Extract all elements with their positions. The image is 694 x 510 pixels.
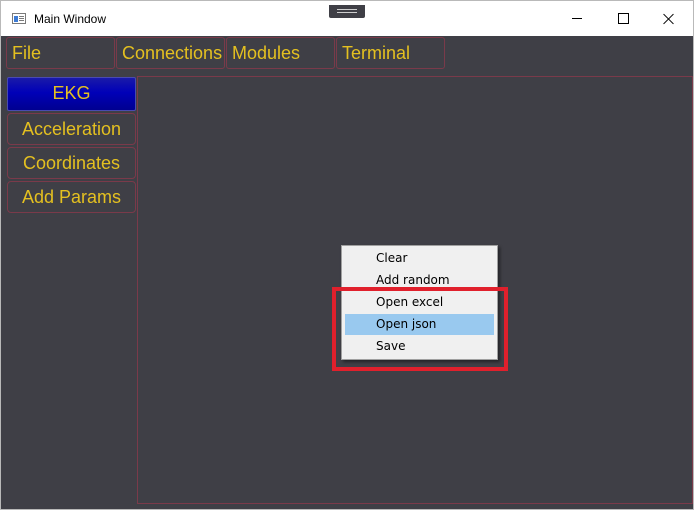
annotation-highlight-box [332, 287, 508, 371]
menu-terminal[interactable]: Terminal [336, 37, 445, 69]
minimize-button[interactable] [554, 1, 600, 36]
close-icon [663, 13, 675, 25]
context-item-clear[interactable]: Clear [345, 248, 494, 269]
title-bar[interactable]: Main Window [1, 1, 693, 36]
sidebar-item-add-params[interactable]: Add Params [7, 181, 136, 213]
minimize-icon [572, 18, 582, 19]
sidebar-item-ekg[interactable]: EKG [7, 77, 136, 111]
maximize-button[interactable] [600, 1, 646, 36]
maximize-icon [617, 13, 629, 24]
close-button[interactable] [646, 1, 692, 36]
drag-grip-icon[interactable] [329, 5, 365, 18]
menu-file[interactable]: File [6, 37, 115, 69]
menu-connections[interactable]: Connections [116, 37, 225, 69]
menu-bar: File Connections Modules Terminal [1, 36, 693, 70]
sidebar-item-acceleration[interactable]: Acceleration [7, 113, 136, 145]
app-window-icon [12, 13, 26, 24]
menu-modules[interactable]: Modules [226, 37, 335, 69]
window-title: Main Window [34, 12, 107, 26]
sidebar-item-coordinates[interactable]: Coordinates [7, 147, 136, 179]
